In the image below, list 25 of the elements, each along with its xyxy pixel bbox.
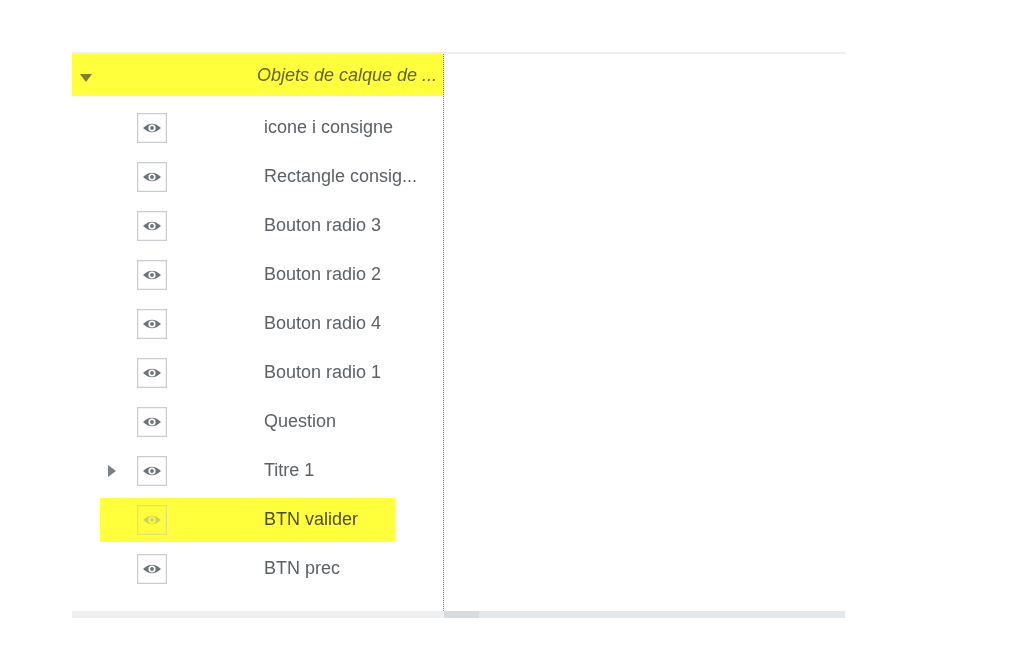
eye-icon[interactable] xyxy=(137,406,167,437)
layer-name[interactable]: Bouton radio 3 xyxy=(264,212,382,239)
eye-icon[interactable] xyxy=(137,210,167,241)
caret-right-icon[interactable] xyxy=(108,464,116,477)
layer-name[interactable]: BTN valider xyxy=(264,506,359,533)
layer-name[interactable]: Bouton radio 2 xyxy=(264,261,382,288)
scrollbar-thumb[interactable] xyxy=(444,611,479,618)
layer-name[interactable]: Bouton radio 1 xyxy=(264,359,382,386)
eye-icon[interactable] xyxy=(137,259,167,290)
layer-name[interactable]: icone i consigne xyxy=(264,114,394,141)
eye-icon[interactable] xyxy=(137,161,167,192)
layer-name[interactable]: Question xyxy=(264,408,337,435)
eye-icon[interactable] xyxy=(137,112,167,143)
layer-name[interactable]: Rectangle consig... xyxy=(264,163,418,190)
eye-icon[interactable] xyxy=(137,553,167,584)
eye-icon[interactable] xyxy=(137,308,167,339)
layer-name[interactable]: Titre 1 xyxy=(264,457,315,484)
scrollbar[interactable] xyxy=(72,611,444,618)
caret-down-icon[interactable] xyxy=(80,74,92,82)
group-title[interactable]: Objets de calque de ... xyxy=(256,61,437,89)
layer-name[interactable]: Bouton radio 4 xyxy=(264,310,382,337)
eye-icon[interactable] xyxy=(137,357,167,388)
scrollbar[interactable] xyxy=(444,611,845,618)
layer-name[interactable]: BTN prec xyxy=(264,555,341,582)
eye-icon[interactable] xyxy=(137,455,167,486)
